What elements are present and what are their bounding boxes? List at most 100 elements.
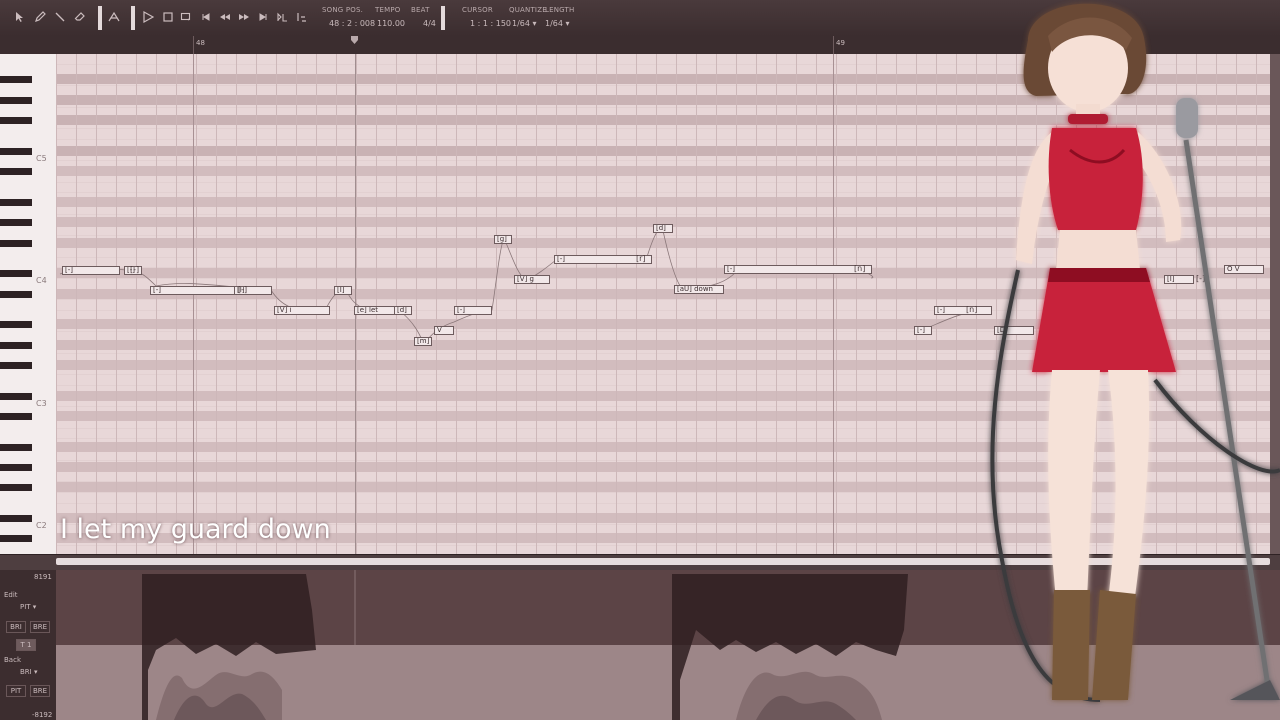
note-phoneme: [n] <box>854 264 866 273</box>
black-key[interactable] <box>0 515 32 522</box>
length-label: LENGTH <box>545 6 575 14</box>
black-key[interactable] <box>0 168 32 176</box>
octave-label: C3 <box>36 399 47 408</box>
black-key[interactable] <box>0 484 32 492</box>
note[interactable]: V <box>434 326 454 335</box>
black-key[interactable] <box>0 147 32 155</box>
black-key[interactable] <box>0 96 32 104</box>
black-key[interactable] <box>0 239 32 247</box>
note[interactable]: [m] <box>414 337 432 346</box>
lyric-subtitle: I let my guard down <box>60 514 331 545</box>
split-icon[interactable] <box>106 8 122 26</box>
back-label: Back <box>4 656 21 664</box>
black-key[interactable] <box>0 413 32 420</box>
rewind-icon[interactable] <box>217 8 233 26</box>
note-lyric: [-] <box>917 326 925 334</box>
playhead-marker-icon[interactable] <box>351 36 358 44</box>
chevron-down-icon: ▾ <box>33 668 38 676</box>
eraser-icon[interactable] <box>72 8 88 26</box>
chevron-down-icon: ▾ <box>565 19 570 28</box>
pencil-icon[interactable] <box>32 8 48 26</box>
note-lyric: V <box>437 326 442 334</box>
quantize-select[interactable]: 1/64 ▾ <box>512 19 537 28</box>
note[interactable]: [-] <box>724 265 872 274</box>
note-lyric: [aU] down <box>677 285 713 293</box>
cursor-label: CURSOR <box>462 6 493 14</box>
tempo-value[interactable]: 110.00 <box>377 19 405 28</box>
length-select[interactable]: 1/64 ▾ <box>545 19 570 28</box>
back-param-value: BRI <box>20 668 32 676</box>
black-key[interactable] <box>0 362 32 369</box>
note-phoneme: [-] <box>238 285 248 294</box>
note-lyric: [V] g <box>517 275 534 283</box>
black-key[interactable] <box>0 535 32 543</box>
edit-param-select[interactable]: PIT ▾ <box>20 603 36 611</box>
quantize-value: 1/64 <box>512 19 530 28</box>
loop-icon[interactable] <box>178 8 194 26</box>
note[interactable]: [-] <box>150 286 235 295</box>
note-phoneme: [r] <box>636 254 646 263</box>
toolbar-separator <box>441 6 445 30</box>
piano-roll-editor: SONG POS. 48 : 2 : 008 TEMPO 110.00 BEAT… <box>0 0 1280 720</box>
note-lyric: [-] <box>65 266 73 274</box>
beat-label: BEAT <box>411 6 430 14</box>
go-start-icon[interactable] <box>198 8 214 26</box>
note[interactable]: [d] <box>653 224 673 233</box>
controller-sidebar: 8191 Edit PIT ▾ BRI BRE T 1 Back BRI ▾ P… <box>0 570 56 720</box>
edit-bre-button[interactable]: BRE <box>30 621 50 633</box>
note-lyric: [-] <box>457 306 465 314</box>
beat-value[interactable]: 4/4 <box>423 19 436 28</box>
song-pos-value[interactable]: 48 : 2 : 008 <box>329 19 375 28</box>
black-key[interactable] <box>0 341 32 349</box>
note[interactable]: [e] let <box>354 306 396 315</box>
black-key[interactable] <box>0 219 32 227</box>
octave-label: C2 <box>36 521 47 530</box>
measure-number: 49 <box>836 39 845 47</box>
chevron-down-icon: ▾ <box>32 603 37 611</box>
note-lyric: [d] <box>656 224 666 232</box>
note[interactable]: [aU] down <box>674 285 724 294</box>
grid-icon[interactable] <box>293 8 309 26</box>
note[interactable]: [g] <box>494 235 512 244</box>
auto-scroll-icon[interactable] <box>274 8 290 26</box>
note-lyric: [e] let <box>357 306 378 314</box>
stop-icon[interactable] <box>160 8 176 26</box>
ruler-tick <box>833 36 834 54</box>
back-bre-button[interactable]: BRE <box>30 685 50 697</box>
go-end-icon[interactable] <box>255 8 271 26</box>
note[interactable]: [I] <box>334 286 352 295</box>
length-value: 1/64 <box>545 19 563 28</box>
note-lyric: [g] <box>497 235 507 243</box>
play-icon[interactable] <box>140 8 156 26</box>
black-key[interactable] <box>0 321 32 329</box>
black-key[interactable] <box>0 443 32 451</box>
character-illustration <box>990 3 1280 702</box>
note[interactable]: [V] i <box>274 306 330 315</box>
note-lyric: [-] <box>727 265 735 273</box>
note[interactable]: [-] <box>62 266 120 275</box>
back-param-select[interactable]: BRI ▾ <box>20 668 37 676</box>
black-key[interactable] <box>0 76 32 84</box>
back-pit-button[interactable]: PIT <box>6 685 26 697</box>
black-key[interactable] <box>0 270 32 278</box>
line-icon[interactable] <box>52 8 68 26</box>
piano-keyboard[interactable]: C5 C4 C3 C2 <box>0 54 57 554</box>
note-lyric: [I] <box>337 286 345 294</box>
black-key[interactable] <box>0 392 32 400</box>
black-key[interactable] <box>0 198 32 206</box>
edit-label: Edit <box>4 591 18 599</box>
black-key[interactable] <box>0 464 32 471</box>
controller-max: 8191 <box>34 573 52 581</box>
pointer-icon[interactable] <box>12 8 28 26</box>
black-key[interactable] <box>0 117 32 125</box>
octave-label: C4 <box>36 276 47 285</box>
fast-forward-icon[interactable] <box>236 8 252 26</box>
toolbar-separator <box>131 6 135 30</box>
edit-bri-button[interactable]: BRI <box>6 621 26 633</box>
note[interactable]: [-] <box>454 306 492 315</box>
note[interactable]: [-] <box>914 326 932 335</box>
black-key[interactable] <box>0 290 32 298</box>
note[interactable]: [V] g <box>514 275 550 284</box>
note[interactable]: [d] <box>394 306 412 315</box>
edit-toggle-button[interactable]: T 1 <box>16 639 36 651</box>
